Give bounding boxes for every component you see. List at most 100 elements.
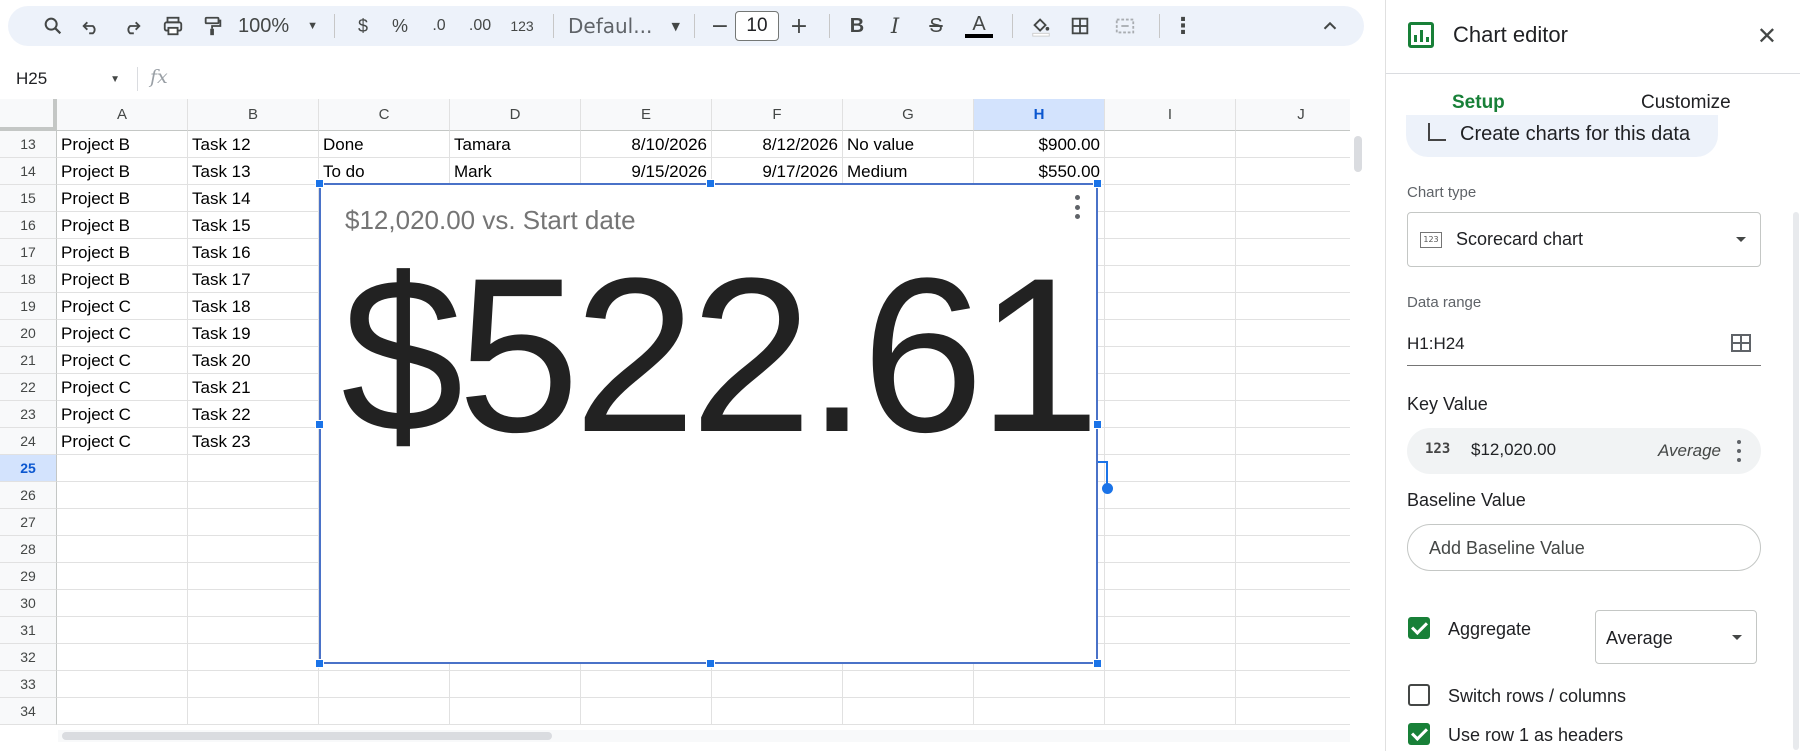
- cell-c13[interactable]: Done: [319, 131, 450, 158]
- column-header-e[interactable]: E: [581, 99, 712, 131]
- cell-j13[interactable]: [1236, 131, 1350, 158]
- row-header-28[interactable]: 28: [0, 536, 57, 563]
- cell-b17[interactable]: Task 16: [188, 239, 319, 266]
- column-header-h[interactable]: H: [974, 99, 1105, 131]
- cell-i20[interactable]: [1105, 320, 1236, 347]
- row-header-22[interactable]: 22: [0, 374, 57, 401]
- scorecard-chart[interactable]: $12,020.00 vs. Start date $522.61: [315, 179, 1102, 668]
- increase-decimal-button[interactable]: .00: [459, 10, 501, 42]
- cell-a27[interactable]: [57, 509, 188, 536]
- print-icon[interactable]: [152, 10, 194, 42]
- cell-a22[interactable]: Project C: [57, 374, 188, 401]
- cell-i29[interactable]: [1105, 563, 1236, 590]
- italic-button[interactable]: I: [874, 10, 916, 42]
- percent-format-button[interactable]: %: [381, 10, 419, 42]
- fill-color-icon[interactable]: [1023, 10, 1059, 42]
- row-header-19[interactable]: 19: [0, 293, 57, 320]
- close-icon[interactable]: ✕: [1757, 22, 1777, 50]
- cell-d33[interactable]: [450, 671, 581, 698]
- cell-a28[interactable]: [57, 536, 188, 563]
- cell-c14[interactable]: To do: [319, 158, 450, 185]
- cell-i24[interactable]: [1105, 428, 1236, 455]
- cell-a16[interactable]: Project B: [57, 212, 188, 239]
- cell-i22[interactable]: [1105, 374, 1236, 401]
- cell-i26[interactable]: [1105, 482, 1236, 509]
- search-menu-icon[interactable]: [36, 10, 70, 42]
- cell-j21[interactable]: [1236, 347, 1350, 374]
- cell-b34[interactable]: [188, 698, 319, 725]
- zoom-select[interactable]: 100% ▼: [232, 10, 324, 42]
- cell-i25[interactable]: [1105, 455, 1236, 482]
- bold-button[interactable]: B: [840, 10, 874, 42]
- cell-f14[interactable]: 9/17/2026: [712, 158, 843, 185]
- chart-type-select[interactable]: 123 Scorecard chart: [1407, 212, 1761, 267]
- cell-j18[interactable]: [1236, 266, 1350, 293]
- column-header-i[interactable]: I: [1105, 99, 1236, 131]
- cell-a31[interactable]: [57, 617, 188, 644]
- cell-e13[interactable]: 8/10/2026: [581, 131, 712, 158]
- create-charts-button[interactable]: Create charts for this data: [1406, 115, 1718, 157]
- chevron-up-icon[interactable]: [1316, 10, 1344, 42]
- cell-g14[interactable]: Medium: [843, 158, 974, 185]
- row-header-13[interactable]: 13: [0, 131, 57, 158]
- decrease-decimal-button[interactable]: .0: [419, 10, 459, 42]
- cell-e34[interactable]: [581, 698, 712, 725]
- column-header-a[interactable]: A: [57, 99, 188, 131]
- aggregate-select[interactable]: Average: [1595, 610, 1757, 664]
- cell-d34[interactable]: [450, 698, 581, 725]
- row-header-27[interactable]: 27: [0, 509, 57, 536]
- resize-handle[interactable]: [1093, 179, 1102, 188]
- cell-b29[interactable]: [188, 563, 319, 590]
- cell-h34[interactable]: [974, 698, 1105, 725]
- cell-a30[interactable]: [57, 590, 188, 617]
- cell-a21[interactable]: Project C: [57, 347, 188, 374]
- column-header-b[interactable]: B: [188, 99, 319, 131]
- cell-b30[interactable]: [188, 590, 319, 617]
- cell-j23[interactable]: [1236, 401, 1350, 428]
- row-header-25[interactable]: 25: [0, 455, 57, 482]
- cell-h33[interactable]: [974, 671, 1105, 698]
- cell-i17[interactable]: [1105, 239, 1236, 266]
- cell-j20[interactable]: [1236, 320, 1350, 347]
- cell-j15[interactable]: [1236, 185, 1350, 212]
- cell-b22[interactable]: Task 21: [188, 374, 319, 401]
- cell-b33[interactable]: [188, 671, 319, 698]
- data-range-input[interactable]: H1:H24: [1407, 326, 1761, 366]
- cell-i30[interactable]: [1105, 590, 1236, 617]
- cell-j34[interactable]: [1236, 698, 1350, 725]
- cell-i27[interactable]: [1105, 509, 1236, 536]
- number-format-button[interactable]: 123: [501, 10, 543, 42]
- cell-j32[interactable]: [1236, 644, 1350, 671]
- cell-j22[interactable]: [1236, 374, 1350, 401]
- scroll-thumb[interactable]: [62, 732, 552, 740]
- cell-f13[interactable]: 8/12/2026: [712, 131, 843, 158]
- fill-handle[interactable]: [1102, 483, 1113, 494]
- resize-handle[interactable]: [1093, 659, 1102, 668]
- merge-cells-icon[interactable]: [1101, 10, 1149, 42]
- add-baseline-button[interactable]: Add Baseline Value: [1407, 524, 1761, 571]
- cell-a24[interactable]: Project C: [57, 428, 188, 455]
- cell-a32[interactable]: [57, 644, 188, 671]
- cell-a18[interactable]: Project B: [57, 266, 188, 293]
- cell-j17[interactable]: [1236, 239, 1350, 266]
- undo-icon[interactable]: [70, 10, 112, 42]
- row-header-29[interactable]: 29: [0, 563, 57, 590]
- row-header-32[interactable]: 32: [0, 644, 57, 671]
- cell-g13[interactable]: No value: [843, 131, 974, 158]
- cell-i31[interactable]: [1105, 617, 1236, 644]
- column-header-j[interactable]: J: [1236, 99, 1350, 131]
- borders-icon[interactable]: [1059, 10, 1101, 42]
- cell-b15[interactable]: Task 14: [188, 185, 319, 212]
- cell-a34[interactable]: [57, 698, 188, 725]
- cell-j29[interactable]: [1236, 563, 1350, 590]
- cell-g33[interactable]: [843, 671, 974, 698]
- cell-b32[interactable]: [188, 644, 319, 671]
- row-header-33[interactable]: 33: [0, 671, 57, 698]
- cell-h13[interactable]: $900.00: [974, 131, 1105, 158]
- cell-i15[interactable]: [1105, 185, 1236, 212]
- cell-j28[interactable]: [1236, 536, 1350, 563]
- cell-b18[interactable]: Task 17: [188, 266, 319, 293]
- cell-c34[interactable]: [319, 698, 450, 725]
- cell-a25[interactable]: [57, 455, 188, 482]
- cell-a14[interactable]: Project B: [57, 158, 188, 185]
